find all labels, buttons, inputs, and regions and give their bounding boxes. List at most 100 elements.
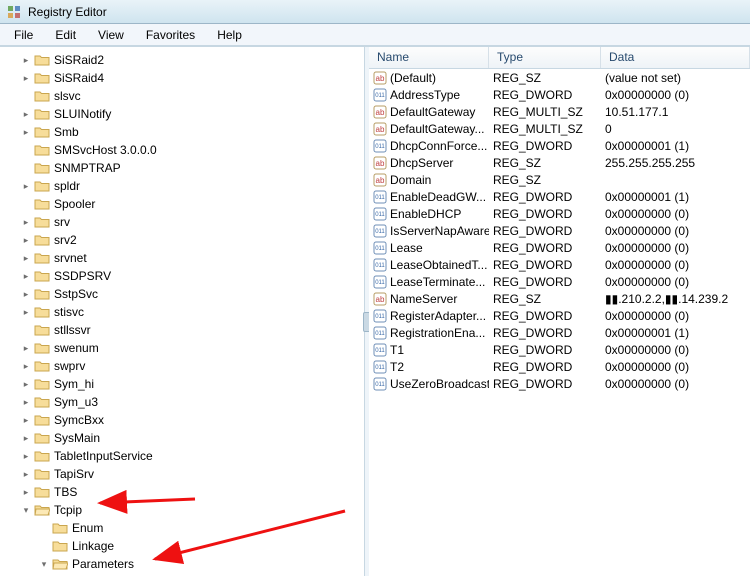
tree-item[interactable]: ▸SLUINotify: [20, 105, 364, 123]
svg-text:011: 011: [375, 229, 385, 235]
tree-item[interactable]: stllssvr: [20, 321, 364, 339]
tree-item[interactable]: ▸SiSRaid4: [20, 69, 364, 87]
registry-tree[interactable]: ▸SiSRaid2▸SiSRaid4slsvc▸SLUINotify▸Smb SM…: [0, 51, 364, 576]
tree-item[interactable]: ▸srvnet: [20, 249, 364, 267]
chevron-right-icon[interactable]: ▸: [20, 54, 32, 66]
registry-value-row[interactable]: 011LeaseREG_DWORD0x00000000 (0): [369, 239, 750, 256]
registry-value-row[interactable]: 011UseZeroBroadcastREG_DWORD0x00000000 (…: [369, 375, 750, 392]
tree-item[interactable]: ▸TapiSrv: [20, 465, 364, 483]
chevron-right-icon[interactable]: ▸: [20, 126, 32, 138]
registry-value-row[interactable]: 011T2REG_DWORD0x00000000 (0): [369, 358, 750, 375]
chevron-right-icon[interactable]: ▸: [20, 486, 32, 498]
chevron-right-icon[interactable]: ▸: [20, 288, 32, 300]
registry-value-row[interactable]: 011IsServerNapAwareREG_DWORD0x00000000 (…: [369, 222, 750, 239]
tree-item[interactable]: Enum: [38, 519, 364, 537]
value-data: 10.51.177.1: [601, 105, 750, 119]
registry-value-row[interactable]: 011T1REG_DWORD0x00000000 (0): [369, 341, 750, 358]
chevron-right-icon[interactable]: ▸: [20, 342, 32, 354]
tree-item[interactable]: ▸srv2: [20, 231, 364, 249]
chevron-down-icon[interactable]: ▾: [38, 558, 50, 570]
string-value-icon: ab: [373, 173, 387, 187]
chevron-right-icon[interactable]: ▸: [20, 252, 32, 264]
chevron-right-icon[interactable]: ▸: [20, 72, 32, 84]
tree-item[interactable]: ▸TBS: [20, 483, 364, 501]
column-type[interactable]: Type: [489, 47, 601, 68]
value-type: REG_DWORD: [489, 275, 601, 289]
tree-item[interactable]: Linkage: [38, 537, 364, 555]
registry-value-row[interactable]: abDefaultGateway...REG_MULTI_SZ0: [369, 120, 750, 137]
tree-item[interactable]: ▸SysMain: [20, 429, 364, 447]
tree-item[interactable]: ▾Tcpip: [20, 501, 364, 519]
chevron-down-icon[interactable]: ▾: [20, 504, 32, 516]
menu-help[interactable]: Help: [207, 26, 252, 44]
tree-item[interactable]: Spooler: [20, 195, 364, 213]
tree-item[interactable]: ▸SstpSvc: [20, 285, 364, 303]
registry-value-row[interactable]: abDhcpServerREG_SZ255.255.255.255: [369, 154, 750, 171]
string-value-icon: ab: [373, 105, 387, 119]
column-name[interactable]: Name: [369, 47, 489, 68]
registry-value-row[interactable]: 011EnableDHCPREG_DWORD0x00000000 (0): [369, 205, 750, 222]
chevron-right-icon[interactable]: ▸: [20, 270, 32, 282]
folder-icon: [34, 89, 50, 103]
values-pane[interactable]: Name Type Data ab(Default)REG_SZ(value n…: [369, 47, 750, 576]
value-type: REG_DWORD: [489, 309, 601, 323]
registry-value-row[interactable]: abDomainREG_SZ: [369, 171, 750, 188]
tree-item[interactable]: ▾Parameters: [38, 555, 364, 573]
tree-item[interactable]: ▸TabletInputService: [20, 447, 364, 465]
value-name: DhcpServer: [390, 156, 453, 170]
tree-item[interactable]: SNMPTRAP: [20, 159, 364, 177]
registry-value-row[interactable]: ab(Default)REG_SZ(value not set): [369, 69, 750, 86]
tree-item[interactable]: ▸swprv: [20, 357, 364, 375]
registry-value-row[interactable]: 011EnableDeadGW...REG_DWORD0x00000001 (1…: [369, 188, 750, 205]
string-value-icon: ab: [373, 292, 387, 306]
chevron-right-icon[interactable]: ▸: [20, 180, 32, 192]
tree-item[interactable]: ▸Sym_u3: [20, 393, 364, 411]
chevron-right-icon[interactable]: ▸: [20, 414, 32, 426]
tree-item[interactable]: SMSvcHost 3.0.0.0: [20, 141, 364, 159]
registry-value-row[interactable]: abNameServerREG_SZ▮▮.210.2.2,▮▮.14.239.2: [369, 290, 750, 307]
menu-edit[interactable]: Edit: [45, 26, 86, 44]
menu-favorites[interactable]: Favorites: [136, 26, 205, 44]
list-body[interactable]: ab(Default)REG_SZ(value not set)011Addre…: [369, 69, 750, 392]
chevron-right-icon[interactable]: ▸: [20, 396, 32, 408]
registry-value-row[interactable]: 011RegistrationEna...REG_DWORD0x00000001…: [369, 324, 750, 341]
tree-item[interactable]: ▸Sym_hi: [20, 375, 364, 393]
tree-item[interactable]: ▸SSDPSRV: [20, 267, 364, 285]
tree-item[interactable]: ▸SiSRaid2: [20, 51, 364, 69]
registry-value-row[interactable]: 011RegisterAdapter...REG_DWORD0x00000000…: [369, 307, 750, 324]
chevron-right-icon[interactable]: ▸: [20, 468, 32, 480]
chevron-right-icon[interactable]: ▸: [20, 378, 32, 390]
value-data: 0x00000000 (0): [601, 207, 750, 221]
value-data: 0x00000001 (1): [601, 139, 750, 153]
tree-item[interactable]: slsvc: [20, 87, 364, 105]
folder-icon: [34, 269, 50, 283]
value-name: Domain: [390, 173, 431, 187]
tree-item[interactable]: ▸stisvc: [20, 303, 364, 321]
chevron-right-icon[interactable]: ▸: [20, 234, 32, 246]
tree-item[interactable]: ▸swenum: [20, 339, 364, 357]
column-data[interactable]: Data: [601, 47, 750, 68]
chevron-right-icon[interactable]: ▸: [20, 450, 32, 462]
chevron-right-icon[interactable]: ▸: [20, 108, 32, 120]
registry-value-row[interactable]: 011LeaseTerminate...REG_DWORD0x00000000 …: [369, 273, 750, 290]
chevron-right-icon[interactable]: ▸: [20, 360, 32, 372]
value-name: IsServerNapAware: [390, 224, 489, 238]
tree-item[interactable]: ▸Smb: [20, 123, 364, 141]
menu-view[interactable]: View: [88, 26, 134, 44]
chevron-right-icon[interactable]: ▸: [20, 216, 32, 228]
registry-value-row[interactable]: abDefaultGatewayREG_MULTI_SZ10.51.177.1: [369, 103, 750, 120]
registry-value-row[interactable]: 011AddressTypeREG_DWORD0x00000000 (0): [369, 86, 750, 103]
tree-item-label: SMSvcHost 3.0.0.0: [54, 143, 157, 157]
tree-item[interactable]: ▸SymcBxx: [20, 411, 364, 429]
chevron-right-icon[interactable]: ▸: [20, 306, 32, 318]
tree-item[interactable]: ▸spldr: [20, 177, 364, 195]
tree-item[interactable]: ▸srv: [20, 213, 364, 231]
chevron-right-icon[interactable]: ▸: [20, 432, 32, 444]
registry-value-row[interactable]: 011LeaseObtainedT...REG_DWORD0x00000000 …: [369, 256, 750, 273]
value-name: DefaultGateway: [390, 105, 475, 119]
value-data: 0x00000000 (0): [601, 241, 750, 255]
registry-value-row[interactable]: 011DhcpConnForce...REG_DWORD0x00000001 (…: [369, 137, 750, 154]
tree-pane[interactable]: ▸SiSRaid2▸SiSRaid4slsvc▸SLUINotify▸Smb SM…: [0, 47, 365, 576]
menu-file[interactable]: File: [4, 26, 43, 44]
svg-text:011: 011: [375, 93, 385, 99]
